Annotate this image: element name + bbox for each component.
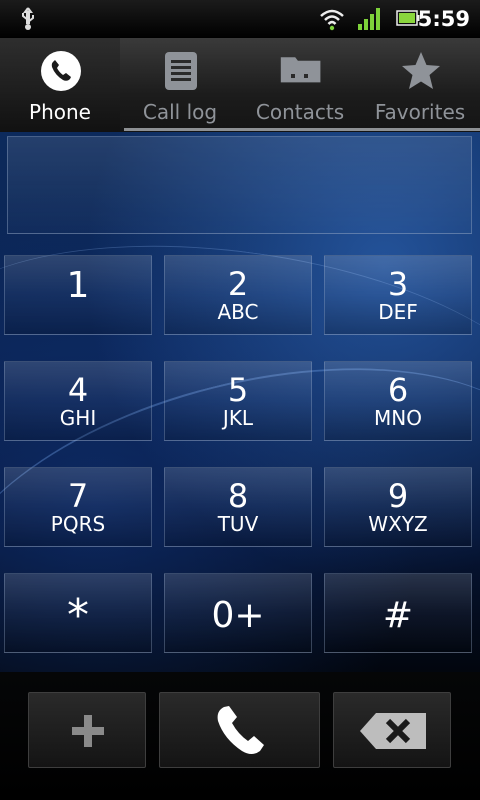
key-letters: DEF xyxy=(378,300,418,324)
usb-icon xyxy=(22,7,34,30)
key-digit: 4 xyxy=(67,371,89,409)
key-digit: 9 xyxy=(387,477,409,515)
key-digit: 3 xyxy=(387,265,409,303)
key-digit: 7 xyxy=(67,477,89,515)
number-display[interactable] xyxy=(7,136,472,234)
key-letters: WXYZ xyxy=(368,512,428,536)
key-digit: 5 xyxy=(227,371,249,409)
key-digit: 0+ xyxy=(211,595,265,636)
star-icon xyxy=(402,52,440,89)
key-digit: # xyxy=(382,595,414,636)
phone-icon xyxy=(41,51,81,91)
add-contact-button[interactable] xyxy=(28,692,146,768)
tab-divider xyxy=(124,128,480,131)
key-7[interactable]: 7 PQRS xyxy=(4,467,152,547)
call-button[interactable] xyxy=(159,692,320,768)
tab-label: Contacts xyxy=(255,100,345,124)
plus-icon xyxy=(72,715,104,747)
key-digit: * xyxy=(67,590,89,641)
signal-icon xyxy=(358,8,380,30)
tab-label: Phone xyxy=(29,100,91,124)
key-letters: TUV xyxy=(217,512,259,536)
key-0[interactable]: 0+ xyxy=(164,573,312,653)
key-3[interactable]: 3 DEF xyxy=(324,255,472,335)
key-8[interactable]: 8 TUV xyxy=(164,467,312,547)
status-clock: 5:59 xyxy=(417,7,470,31)
tab-label: Favorites xyxy=(374,100,466,124)
tab-favorites[interactable]: Favorites xyxy=(360,38,480,132)
wifi-icon xyxy=(320,9,344,31)
key-4[interactable]: 4 GHI xyxy=(4,361,152,441)
call-log-icon xyxy=(165,52,197,90)
key-letters: GHI xyxy=(59,406,97,430)
key-digit: 6 xyxy=(387,371,409,409)
key-letters: PQRS xyxy=(50,512,106,536)
dialer-area: 1 2 ABC 3 DEF 4 GHI 5 JKL 6 MNO 7 PQRS 8… xyxy=(0,132,480,672)
key-9[interactable]: 9 WXYZ xyxy=(324,467,472,547)
key-letters: JKL xyxy=(222,406,254,430)
delete-button[interactable] xyxy=(333,692,451,768)
key-digit: 2 xyxy=(227,265,249,303)
action-bar xyxy=(0,672,480,800)
key-letters: ABC xyxy=(217,300,259,324)
key-6[interactable]: 6 MNO xyxy=(324,361,472,441)
tab-label: Call log xyxy=(142,100,218,124)
key-5[interactable]: 5 JKL xyxy=(164,361,312,441)
contacts-icon xyxy=(280,57,321,83)
status-bar: 5:59 xyxy=(0,0,480,38)
tab-call-log[interactable]: Call log xyxy=(120,38,240,132)
phone-icon xyxy=(217,706,264,754)
key-hash[interactable]: # xyxy=(324,573,472,653)
backspace-icon xyxy=(360,713,426,749)
key-star[interactable]: * xyxy=(4,573,152,653)
key-letters: MNO xyxy=(374,406,422,430)
key-digit: 1 xyxy=(66,265,90,306)
key-1[interactable]: 1 xyxy=(4,255,152,335)
battery-icon xyxy=(396,10,420,26)
key-digit: 8 xyxy=(227,477,249,515)
tab-phone[interactable]: Phone xyxy=(0,38,120,132)
key-2[interactable]: 2 ABC xyxy=(164,255,312,335)
tab-contacts[interactable]: Contacts xyxy=(240,38,360,132)
tab-bar: Phone Call log Contacts Favorites xyxy=(0,38,480,132)
